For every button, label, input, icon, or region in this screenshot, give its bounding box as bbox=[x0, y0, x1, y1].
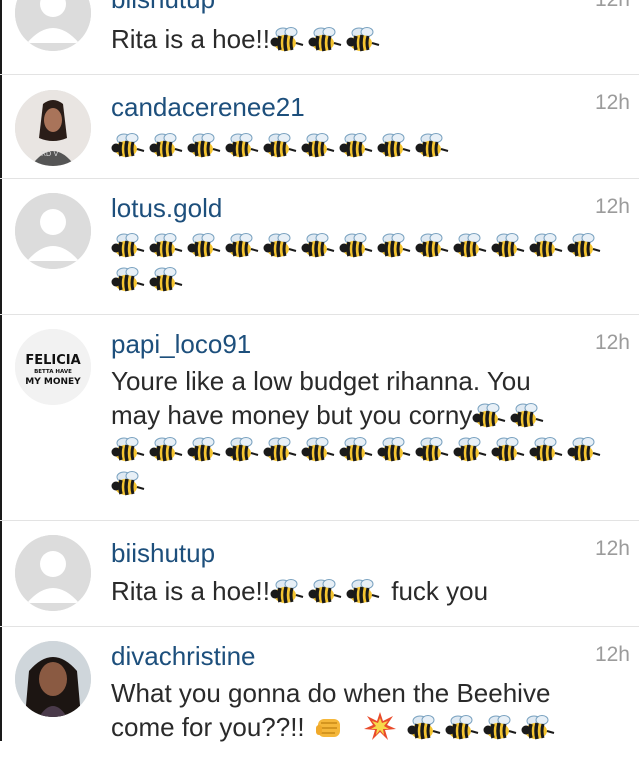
comment-username[interactable]: lotus.gold bbox=[111, 193, 222, 223]
honeybee-emoji bbox=[270, 579, 304, 605]
collision-emoji bbox=[363, 711, 397, 749]
honeybee-emoji bbox=[346, 579, 380, 605]
honeybee-emoji bbox=[415, 437, 449, 463]
comment-timestamp: 12h bbox=[594, 91, 630, 114]
honeybee-emoji bbox=[346, 27, 380, 53]
comment-row: FELICIA BETTA HAVE MY MONEY papi_loco91 … bbox=[0, 315, 639, 521]
comment-text: What you gonna do when the Beehive come … bbox=[111, 676, 611, 749]
comment-timestamp: 12h bbox=[594, 331, 630, 354]
comment-text-line: What you gonna do when the Beehive bbox=[111, 678, 551, 708]
honeybee-emoji bbox=[149, 133, 183, 159]
default-avatar-icon[interactable] bbox=[15, 0, 91, 51]
honeybee-emoji bbox=[225, 437, 259, 463]
user-avatar[interactable]: FELICIA BETTA HAVE MY MONEY bbox=[15, 329, 91, 405]
comment-text: Rita is a hoe!! fuck you bbox=[111, 574, 611, 608]
comment-text bbox=[111, 128, 611, 162]
comment-row: lotus.gold 12h bbox=[0, 179, 639, 315]
comment-username[interactable]: papi_loco91 bbox=[111, 329, 251, 359]
honeybee-emoji bbox=[491, 437, 525, 463]
comment-row: RD V candacerenee21 12h bbox=[0, 75, 639, 179]
comment-username[interactable]: divachristine bbox=[111, 641, 256, 671]
honeybee-emoji bbox=[301, 437, 335, 463]
honeybee-emoji bbox=[377, 233, 411, 259]
comment-text-content: Rita is a hoe!! bbox=[111, 24, 270, 54]
comment-text-line: Youre like a low budget rihanna. You bbox=[111, 366, 531, 396]
honeybee-emoji bbox=[263, 233, 297, 259]
honeybee-emoji bbox=[510, 403, 544, 429]
honeybee-emoji bbox=[483, 715, 517, 741]
honeybee-emoji bbox=[301, 233, 335, 259]
honeybee-emoji bbox=[111, 133, 145, 159]
honeybee-emoji bbox=[529, 233, 563, 259]
honeybee-emoji bbox=[149, 437, 183, 463]
honeybee-emoji bbox=[263, 133, 297, 159]
comment-text: Youre like a low budget rihanna. You may… bbox=[111, 364, 611, 500]
comment-timestamp: 12h bbox=[594, 643, 630, 666]
honeybee-emoji bbox=[225, 233, 259, 259]
honeybee-emoji bbox=[149, 233, 183, 259]
honeybee-emoji bbox=[111, 437, 145, 463]
honeybee-emoji bbox=[187, 233, 221, 259]
comment-timestamp: 12h bbox=[594, 195, 630, 218]
comment-text-line: come for you??!! bbox=[111, 712, 305, 742]
honeybee-emoji bbox=[308, 27, 342, 53]
comment-timestamp: 12h bbox=[594, 537, 630, 560]
comment-username[interactable]: biishutup bbox=[111, 538, 215, 568]
honeybee-emoji bbox=[529, 437, 563, 463]
honeybee-emoji bbox=[111, 233, 145, 259]
honeybee-emoji bbox=[263, 437, 297, 463]
comment-row: divachristine 12h What you gonna do when… bbox=[0, 627, 639, 767]
comment-text: Rita is a hoe!! bbox=[111, 22, 611, 56]
comment-username[interactable]: candacerenee21 bbox=[111, 92, 305, 122]
honeybee-emoji bbox=[407, 715, 441, 741]
honeybee-emoji bbox=[301, 133, 335, 159]
comment-text-content: Rita is a hoe!! bbox=[111, 576, 270, 606]
default-avatar-icon[interactable] bbox=[15, 535, 91, 611]
honeybee-emoji bbox=[339, 133, 373, 159]
honeybee-emoji bbox=[377, 437, 411, 463]
honeybee-emoji bbox=[111, 267, 145, 293]
honeybee-emoji bbox=[453, 437, 487, 463]
svg-text:RD V: RD V bbox=[41, 150, 58, 158]
honeybee-emoji bbox=[415, 233, 449, 259]
honeybee-emoji bbox=[111, 471, 145, 497]
user-avatar[interactable]: RD V bbox=[15, 90, 91, 166]
honeybee-emoji bbox=[187, 437, 221, 463]
honeybee-emoji bbox=[567, 437, 601, 463]
honeybee-emoji bbox=[225, 133, 259, 159]
oncoming-fist-emoji bbox=[312, 713, 346, 749]
honeybee-emoji bbox=[445, 715, 479, 741]
honeybee-emoji bbox=[521, 715, 555, 741]
honeybee-emoji bbox=[567, 233, 601, 259]
comment-text-suffix: fuck you bbox=[391, 576, 489, 606]
honeybee-emoji bbox=[472, 403, 506, 429]
avatar-text-betta-have: BETTA HAVE bbox=[34, 369, 72, 375]
honeybee-emoji bbox=[453, 233, 487, 259]
honeybee-emoji bbox=[491, 233, 525, 259]
comment-text bbox=[111, 228, 611, 296]
honeybee-emoji bbox=[377, 133, 411, 159]
comment-timestamp: 12h bbox=[595, 0, 630, 12]
honeybee-emoji bbox=[149, 267, 183, 293]
default-avatar-icon[interactable] bbox=[15, 193, 91, 269]
comment-row: biishutup 12h Rita is a hoe!! fuck you bbox=[0, 521, 639, 627]
comment-row: biishutup 12h Rita is a hoe!! bbox=[0, 0, 639, 75]
comment-text-line: may have money but you corny bbox=[111, 400, 473, 430]
honeybee-emoji bbox=[270, 27, 304, 53]
honeybee-emoji bbox=[308, 579, 342, 605]
avatar-text-my-money: MY MONEY bbox=[25, 377, 81, 387]
comment-username[interactable]: biishutup bbox=[111, 0, 215, 14]
honeybee-emoji bbox=[415, 133, 449, 159]
honeybee-emoji bbox=[187, 133, 221, 159]
avatar-text-felicia: FELICIA bbox=[25, 353, 80, 368]
honeybee-emoji bbox=[339, 437, 373, 463]
honeybee-emoji bbox=[339, 233, 373, 259]
user-avatar[interactable] bbox=[15, 641, 91, 717]
